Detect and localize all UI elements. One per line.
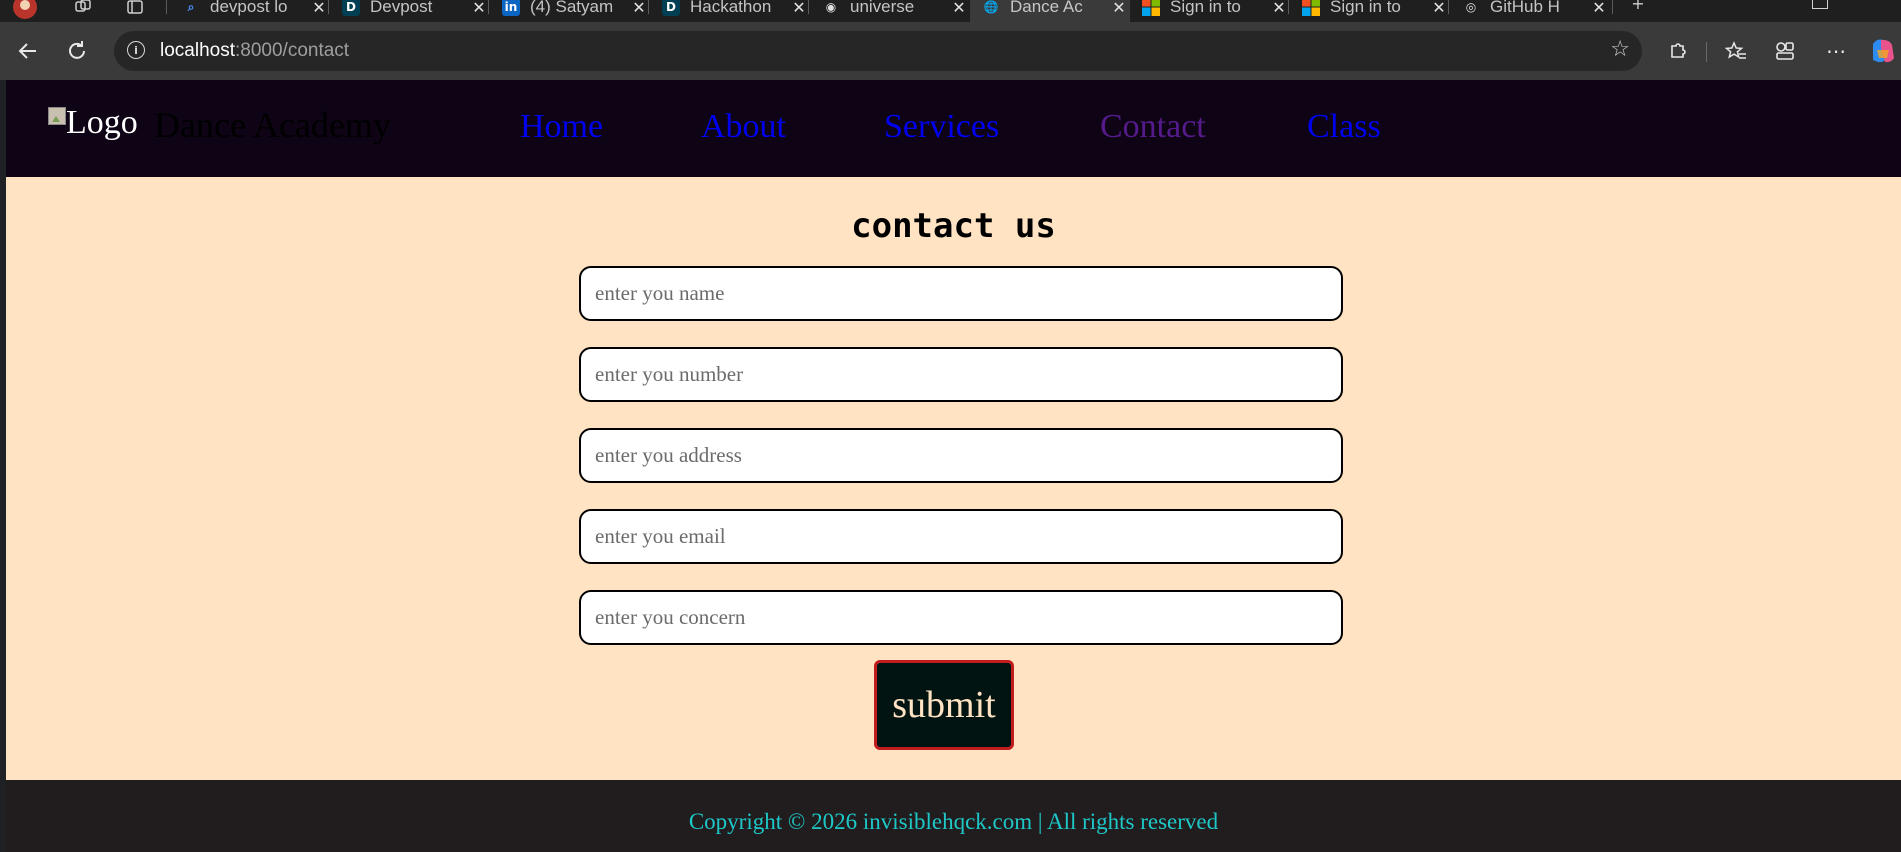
url-path: :8000/contact xyxy=(235,40,350,61)
reload-button[interactable] xyxy=(61,35,93,67)
tab-separator xyxy=(328,0,329,14)
tab-separator xyxy=(166,0,167,14)
nav-link-contact[interactable]: Contact xyxy=(1100,108,1206,146)
number-input[interactable] xyxy=(579,347,1343,402)
more-menu-button[interactable]: ⋯ xyxy=(1820,35,1852,67)
browser-tab[interactable]: D Hackathon ✕ xyxy=(650,0,810,22)
submit-button[interactable]: submit xyxy=(874,660,1014,750)
browser-toolbar: i localhost:8000/contact ☆ ⋯ xyxy=(0,22,1901,80)
microsoft-icon xyxy=(1302,0,1320,16)
reload-icon xyxy=(69,41,85,59)
tab-separator xyxy=(488,0,489,14)
puzzle-icon xyxy=(1671,43,1686,58)
logo-alt-text: Logo xyxy=(66,104,138,141)
favorites-list-icon xyxy=(1725,41,1746,59)
browser-tab-title: universe xyxy=(850,0,915,16)
browser-tab-title: Sign in to xyxy=(1330,0,1401,16)
copilot-icon xyxy=(1873,39,1894,63)
browser-tab[interactable]: Sign in to ✕ xyxy=(1130,0,1290,22)
microsoft-icon xyxy=(1142,0,1160,16)
site-info-icon[interactable]: i xyxy=(127,41,145,59)
copyright-text: Copyright © 2026 invisiblehqck.com | All… xyxy=(688,809,1219,834)
broken-image-icon xyxy=(48,107,66,125)
window-restore-icon[interactable] xyxy=(1812,0,1828,9)
close-tab-icon[interactable]: ✕ xyxy=(468,0,490,17)
close-tab-icon[interactable]: ✕ xyxy=(628,0,650,17)
close-tab-icon[interactable]: ✕ xyxy=(1108,0,1130,17)
workspaces-icon[interactable] xyxy=(70,0,96,20)
address-input[interactable] xyxy=(579,428,1343,483)
browser-tab-title: devpost lo xyxy=(210,0,288,16)
tab-actions-icon[interactable] xyxy=(122,0,148,20)
favicon-icon: D xyxy=(342,0,360,16)
browser-tab[interactable]: Sign in to ✕ xyxy=(1290,0,1450,22)
tab-separator xyxy=(648,0,649,14)
browser-tab[interactable]: ◎ GitHub H ✕ xyxy=(1450,0,1610,22)
logo-image[interactable]: Logo xyxy=(48,104,138,142)
browser-tab[interactable]: ⌕ devpost lo ✕ xyxy=(170,0,330,22)
concern-input[interactable] xyxy=(579,590,1343,645)
nav-link-services[interactable]: Services xyxy=(884,108,999,146)
browser-tab-title: Hackathon xyxy=(690,0,772,16)
close-tab-icon[interactable]: ✕ xyxy=(1428,0,1450,17)
name-input[interactable] xyxy=(579,266,1343,321)
toolbar-divider xyxy=(1706,42,1707,62)
copilot-icon: ◎ xyxy=(1465,0,1477,14)
site-footer: Copyright © 2026 invisiblehqck.com | All… xyxy=(6,780,1901,852)
favorite-star-icon[interactable]: ☆ xyxy=(1610,37,1630,62)
close-tab-icon[interactable]: ✕ xyxy=(788,0,810,17)
search-icon: ⌕ xyxy=(187,0,195,14)
collections-button[interactable] xyxy=(1769,35,1801,67)
nav-link-home[interactable]: Home xyxy=(520,108,603,146)
tab-separator xyxy=(1612,0,1613,14)
back-button[interactable] xyxy=(12,35,44,67)
address-bar-url[interactable]: localhost:8000/contact xyxy=(160,40,349,62)
collections-icon xyxy=(1776,42,1794,60)
browser-tab-title: (4) Satyam xyxy=(530,0,614,16)
extensions-button[interactable] xyxy=(1662,35,1694,67)
nav-link-class[interactable]: Class xyxy=(1307,108,1381,146)
close-tab-icon[interactable]: ✕ xyxy=(308,0,330,17)
browser-tab-title: GitHub H xyxy=(1490,0,1560,16)
favicon-icon: in xyxy=(502,0,520,16)
browser-tab[interactable]: 🌐 Dance Ac ✕ xyxy=(970,0,1130,22)
favorites-button[interactable] xyxy=(1720,35,1752,67)
browser-tab-strip: ⌕ devpost lo ✕ D Devpost ✕ in (4) Satyam ✕ D Hacka… xyxy=(0,0,1901,22)
back-arrow-icon xyxy=(18,43,36,59)
browser-tab[interactable]: D Devpost ✕ xyxy=(330,0,490,22)
favicon-icon: D xyxy=(662,0,680,16)
browser-tab[interactable]: in (4) Satyam ✕ xyxy=(490,0,650,22)
address-bar[interactable]: i localhost:8000/contact ☆ xyxy=(114,31,1642,71)
tab-separator xyxy=(1448,0,1449,14)
browser-tab[interactable]: ◉ universe ✕ xyxy=(810,0,970,22)
browser-tab-title: Devpost xyxy=(370,0,433,16)
github-icon: ◉ xyxy=(825,0,837,14)
new-tab-button[interactable]: + xyxy=(1625,0,1651,16)
email-input[interactable] xyxy=(579,509,1343,564)
browser-tab-title: Sign in to xyxy=(1170,0,1241,16)
browser-tab-title: Dance Ac xyxy=(1010,0,1083,16)
copilot-button[interactable] xyxy=(1866,35,1898,67)
profile-avatar-icon[interactable] xyxy=(12,0,38,20)
close-tab-icon[interactable]: ✕ xyxy=(948,0,970,17)
close-tab-icon[interactable]: ✕ xyxy=(1588,0,1610,17)
page-title: contact us xyxy=(851,206,1056,246)
close-tab-icon[interactable]: ✕ xyxy=(1268,0,1290,17)
tab-separator xyxy=(808,0,809,14)
globe-icon: 🌐 xyxy=(983,0,999,14)
tab-separator xyxy=(1288,0,1289,14)
page-content: Logo Dance Academy Home About Services C… xyxy=(6,80,1901,852)
nav-link-about[interactable]: About xyxy=(701,108,786,146)
site-navbar: Logo Dance Academy Home About Services C… xyxy=(6,80,1901,177)
url-host: localhost xyxy=(160,40,235,61)
brand-name: Dance Academy xyxy=(154,105,391,145)
